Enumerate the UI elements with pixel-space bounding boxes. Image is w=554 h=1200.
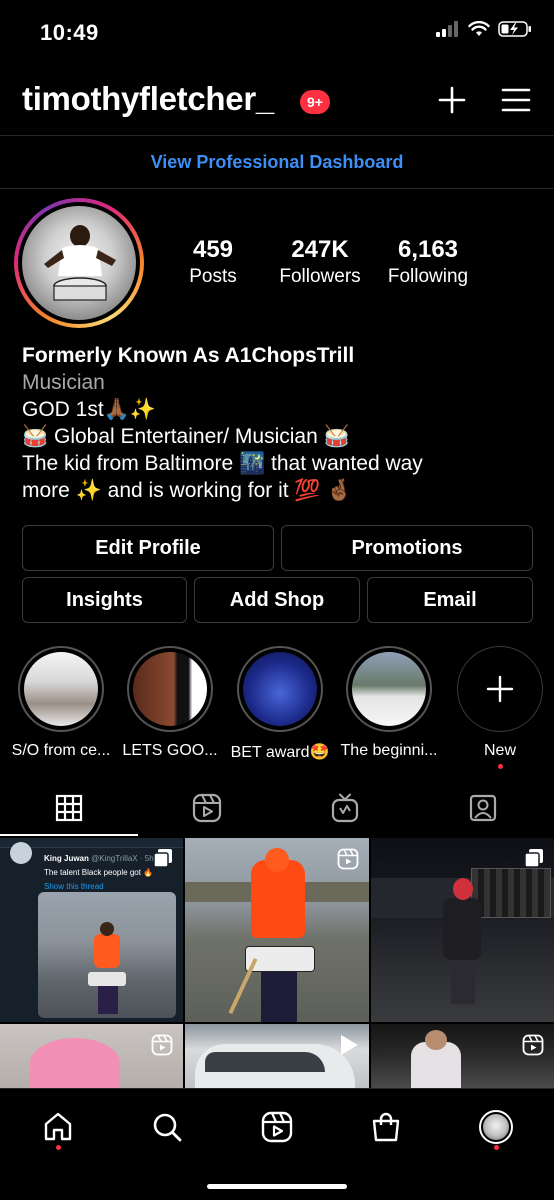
posts-label: Posts	[189, 266, 237, 287]
followers-label: Followers	[279, 266, 361, 287]
reel-icon	[151, 1034, 173, 1061]
highlight-label: The beginni...	[340, 742, 438, 759]
menu-button[interactable]	[500, 84, 532, 116]
carousel-icon	[153, 848, 173, 873]
plus-icon	[438, 86, 466, 114]
profile-bio: Formerly Known As A1ChopsTrill Musician …	[22, 342, 542, 504]
status-bar: 10:49	[0, 0, 554, 66]
edit-profile-button[interactable]: Edit Profile	[22, 525, 274, 571]
shop-icon	[372, 1112, 400, 1142]
highlight-item[interactable]: S/O from ce...	[5, 646, 117, 760]
tab-tagged[interactable]	[414, 780, 552, 836]
nav-search[interactable]	[147, 1107, 187, 1147]
grid-post[interactable]	[371, 1024, 554, 1088]
highlight-label: BET award🤩	[230, 744, 330, 761]
tab-active-indicator	[0, 834, 138, 836]
status-icons	[436, 21, 532, 37]
home-icon	[44, 1112, 72, 1141]
notification-badge[interactable]: 9+	[300, 90, 330, 114]
notification-dot	[494, 1145, 499, 1150]
nav-reels[interactable]	[257, 1107, 297, 1147]
grid-post[interactable]	[185, 838, 369, 1022]
profile-header: timothyfletcher_ 9+	[0, 66, 554, 136]
battery-charging-icon	[498, 21, 531, 37]
bio-line: The kid from Baltimore 🌃 that wanted way	[22, 452, 423, 475]
tweet-handle: @KingTrillaX · 5h	[91, 854, 154, 863]
highlight-item[interactable]: BET award🤩	[224, 646, 336, 762]
insights-button[interactable]: Insights	[22, 577, 187, 623]
profile-avatar[interactable]	[14, 198, 144, 328]
add-shop-button[interactable]: Add Shop	[194, 577, 360, 623]
grid-icon	[55, 794, 83, 822]
reel-icon	[337, 848, 359, 875]
reels-icon	[192, 793, 222, 823]
new-highlight-button[interactable]: New	[444, 646, 554, 769]
highlight-cover	[352, 652, 426, 726]
wifi-icon	[468, 21, 490, 36]
avatar-photo	[22, 206, 136, 320]
bio-line: more ✨ and is working for it 💯 🤞🏾	[22, 479, 353, 502]
create-button[interactable]	[436, 84, 468, 116]
posts-count: 459	[192, 236, 234, 263]
nav-profile[interactable]	[476, 1107, 516, 1147]
professional-dashboard-link[interactable]: View Professional Dashboard	[0, 137, 554, 189]
bio-line: GOD 1st🙏🏾✨	[22, 398, 156, 421]
status-time: 10:49	[40, 20, 99, 45]
email-button[interactable]: Email	[367, 577, 533, 623]
tagged-icon	[469, 794, 497, 822]
nav-shop[interactable]	[366, 1107, 406, 1147]
home-indicator	[207, 1184, 347, 1189]
grid-post[interactable]	[371, 838, 554, 1022]
highlight-label: LETS GOO...	[122, 742, 218, 759]
username-title[interactable]: timothyfletcher_	[22, 80, 274, 118]
promotions-button[interactable]: Promotions	[281, 525, 533, 571]
tab-grid[interactable]	[0, 780, 138, 836]
stat-followers[interactable]: 247K Followers	[270, 236, 370, 288]
highlight-cover	[133, 652, 207, 726]
notification-dot	[56, 1145, 61, 1150]
reel-icon	[522, 1034, 544, 1061]
stat-following[interactable]: 6,163 Following	[378, 236, 478, 288]
highlight-item[interactable]: LETS GOO...	[114, 646, 226, 760]
tweet-link: Show this thread	[44, 882, 104, 891]
igtv-icon	[331, 793, 359, 823]
signal-icon	[436, 21, 458, 37]
new-highlight-label: New	[483, 742, 516, 759]
bio-line: 🥁 Global Entertainer/ Musician 🥁	[22, 425, 350, 448]
grid-post[interactable]: King Juwan @KingTrillaX · 5h The talent …	[0, 838, 183, 1022]
tab-reels[interactable]	[138, 780, 276, 836]
hamburger-menu-icon	[501, 88, 531, 112]
tweet-author: King Juwan	[44, 854, 89, 863]
posts-grid: King Juwan @KingTrillaX · 5h The talent …	[0, 838, 554, 1088]
highlight-cover	[243, 652, 317, 726]
following-count: 6,163	[397, 236, 459, 263]
grid-post[interactable]	[0, 1024, 183, 1088]
grid-post[interactable]	[185, 1024, 369, 1088]
profile-avatar	[479, 1110, 513, 1144]
plus-icon	[486, 675, 514, 703]
highlight-item[interactable]: The beginni...	[333, 646, 445, 760]
category-label: Musician	[22, 371, 105, 394]
highlight-label: S/O from ce...	[11, 742, 111, 759]
play-icon	[339, 1034, 359, 1061]
followers-count: 247K	[291, 236, 349, 263]
notification-dot	[497, 764, 503, 769]
search-icon	[153, 1113, 182, 1142]
stat-posts[interactable]: 459 Posts	[178, 236, 248, 288]
following-label: Following	[387, 266, 469, 287]
display-name: Formerly Known As A1ChopsTrill	[22, 344, 355, 367]
tab-igtv[interactable]	[276, 780, 414, 836]
nav-home[interactable]	[38, 1107, 78, 1147]
carousel-icon	[524, 848, 544, 873]
highlight-cover	[24, 652, 98, 726]
profile-tabs	[0, 780, 554, 836]
reels-icon	[261, 1111, 293, 1143]
